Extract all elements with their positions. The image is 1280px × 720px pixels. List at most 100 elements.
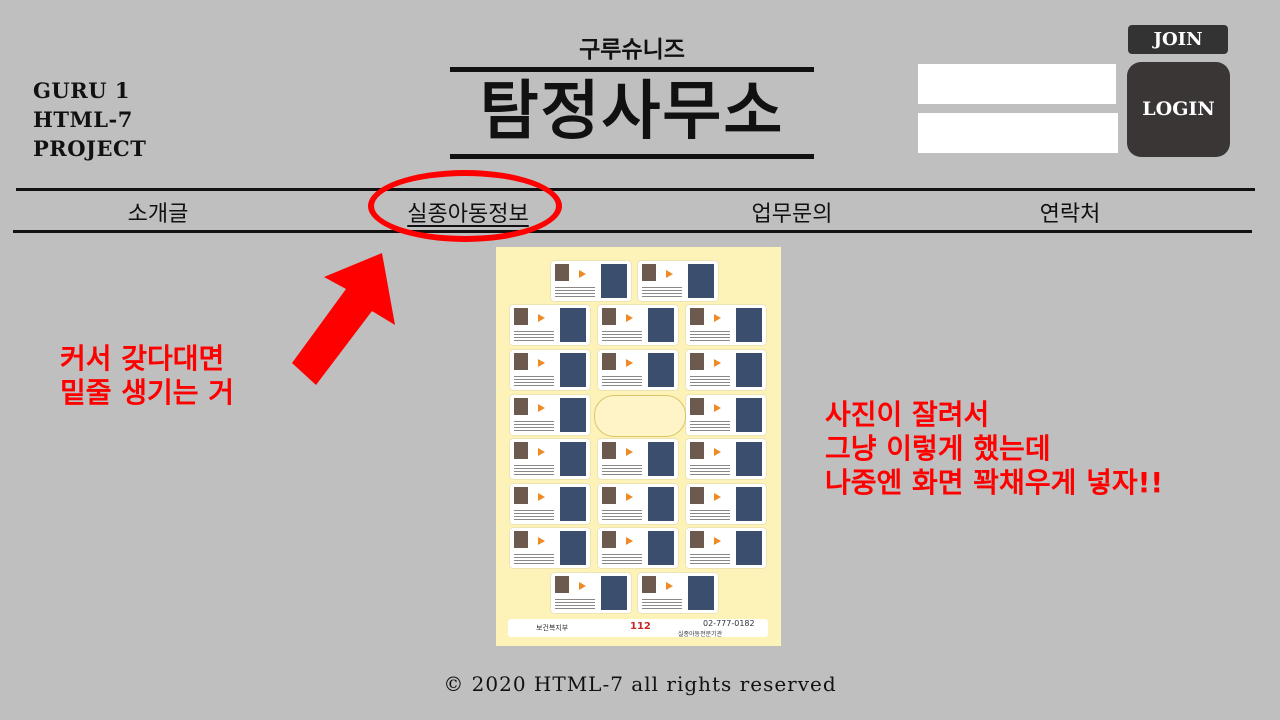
poster-photo-card — [510, 305, 590, 345]
poster-card-text-lines — [514, 508, 554, 520]
poster-card-text-lines — [690, 419, 730, 431]
poster-child-photo — [602, 308, 616, 325]
annotation-arrow-icon — [292, 253, 395, 385]
poster-arrow-icon — [714, 359, 721, 367]
poster-phone: 02-777-0182 — [703, 619, 755, 628]
poster-age-progressed-photo — [736, 398, 762, 432]
poster-police-number: 112 — [630, 621, 651, 632]
login-button[interactable]: LOGIN — [1127, 62, 1230, 157]
poster-card-text-lines — [514, 463, 554, 475]
title-bottom-rule — [450, 154, 814, 159]
id-input[interactable] — [918, 64, 1116, 104]
footer-copyright: © 2020 HTML-7 all rights reserved — [443, 672, 837, 696]
poster-arrow-icon — [538, 493, 545, 501]
poster-arrow-icon — [579, 270, 586, 278]
site-subtitle: 구루슈니즈 — [579, 37, 685, 63]
poster-age-progressed-photo — [560, 398, 586, 432]
poster-photo-card — [510, 484, 590, 524]
nav-item-inquiry[interactable]: 업무문의 — [752, 196, 833, 228]
poster-card-text-lines — [514, 329, 554, 341]
poster-arrow-icon — [626, 314, 633, 322]
poster-card-text-lines — [642, 285, 682, 297]
poster-age-progressed-photo — [736, 308, 762, 342]
poster-arrow-icon — [666, 270, 673, 278]
poster-arrow-icon — [626, 493, 633, 501]
poster-card-text-lines — [555, 285, 595, 297]
poster-photo-card — [510, 528, 590, 568]
poster-arrow-icon — [626, 359, 633, 367]
poster-photo-card — [598, 439, 678, 479]
poster-card-text-lines — [602, 329, 642, 341]
poster-card-text-lines — [690, 552, 730, 564]
poster-org-2: 실종아동전문기관 — [678, 631, 723, 638]
poster-arrow-icon — [538, 448, 545, 456]
poster-arrow-icon — [538, 314, 545, 322]
poster-age-progressed-photo — [648, 487, 674, 521]
poster-photo-card — [686, 395, 766, 435]
poster-child-photo — [602, 531, 616, 548]
nav-item-intro[interactable]: 소개글 — [128, 196, 189, 228]
poster-child-photo — [514, 398, 528, 415]
poster-age-progressed-photo — [560, 353, 586, 387]
annotation-left-line-1: 커서 갖다대면 — [60, 342, 225, 375]
poster-card-text-lines — [602, 508, 642, 520]
nav-item-contact[interactable]: 연락처 — [1040, 196, 1101, 228]
poster-photo-card — [510, 350, 590, 390]
poster-card-text-lines — [514, 374, 554, 386]
poster-card-text-lines — [690, 463, 730, 475]
poster-child-photo — [514, 442, 528, 459]
poster-photo-card — [598, 528, 678, 568]
poster-age-progressed-photo — [736, 531, 762, 565]
poster-photo-card — [686, 439, 766, 479]
poster-arrow-icon — [666, 582, 673, 590]
poster-photo-card — [686, 350, 766, 390]
poster-center-emblem — [594, 395, 686, 437]
poster-child-photo — [514, 308, 528, 325]
annotation-left-line-2: 밑줄 생기는 거 — [60, 376, 235, 409]
join-button[interactable]: JOIN — [1128, 25, 1228, 54]
poster-child-photo — [602, 353, 616, 370]
poster-child-photo — [690, 442, 704, 459]
poster-card-text-lines — [602, 463, 642, 475]
poster-card-text-lines — [642, 597, 682, 609]
poster-child-photo — [690, 398, 704, 415]
brand-line-3: PROJECT — [33, 136, 147, 161]
poster-child-photo — [514, 353, 528, 370]
poster-photo-card — [551, 573, 631, 613]
poster-card-text-lines — [690, 508, 730, 520]
poster-child-photo — [690, 308, 704, 325]
poster-arrow-icon — [714, 493, 721, 501]
poster-age-progressed-photo — [648, 353, 674, 387]
annotation-left: 커서 갖다대면 밑줄 생기는 거 — [60, 342, 234, 410]
poster-card-text-lines — [514, 552, 554, 564]
poster-footer-bar: 보건복지부 112 02-777-0182 실종아동전문기관 — [508, 619, 768, 638]
annotation-right-line-1: 사진이 잘려서 — [825, 398, 990, 431]
poster-age-progressed-photo — [648, 531, 674, 565]
highlight-ellipse — [368, 170, 562, 242]
poster-arrow-icon — [579, 582, 586, 590]
site-title[interactable]: 탐정사무소 — [450, 72, 814, 152]
poster-age-progressed-photo — [736, 442, 762, 476]
password-input[interactable] — [918, 113, 1118, 153]
poster-photo-card — [598, 484, 678, 524]
poster-card-text-lines — [690, 374, 730, 386]
poster-child-photo — [514, 487, 528, 504]
poster-age-progressed-photo — [560, 442, 586, 476]
poster-child-photo — [690, 487, 704, 504]
poster-org-1: 보건복지부 — [536, 624, 569, 632]
poster-photo-card — [686, 305, 766, 345]
poster-age-progressed-photo — [688, 264, 714, 298]
poster-card-text-lines — [555, 597, 595, 609]
poster-age-progressed-photo — [560, 308, 586, 342]
poster-child-photo — [555, 576, 569, 593]
poster-photo-card — [686, 528, 766, 568]
poster-arrow-icon — [714, 448, 721, 456]
poster-arrow-icon — [626, 537, 633, 545]
poster-arrow-icon — [714, 537, 721, 545]
poster-photo-card — [638, 261, 718, 301]
poster-age-progressed-photo — [601, 576, 627, 610]
poster-arrow-icon — [538, 537, 545, 545]
poster-age-progressed-photo — [560, 487, 586, 521]
poster-arrow-icon — [714, 404, 721, 412]
poster-card-text-lines — [514, 419, 554, 431]
